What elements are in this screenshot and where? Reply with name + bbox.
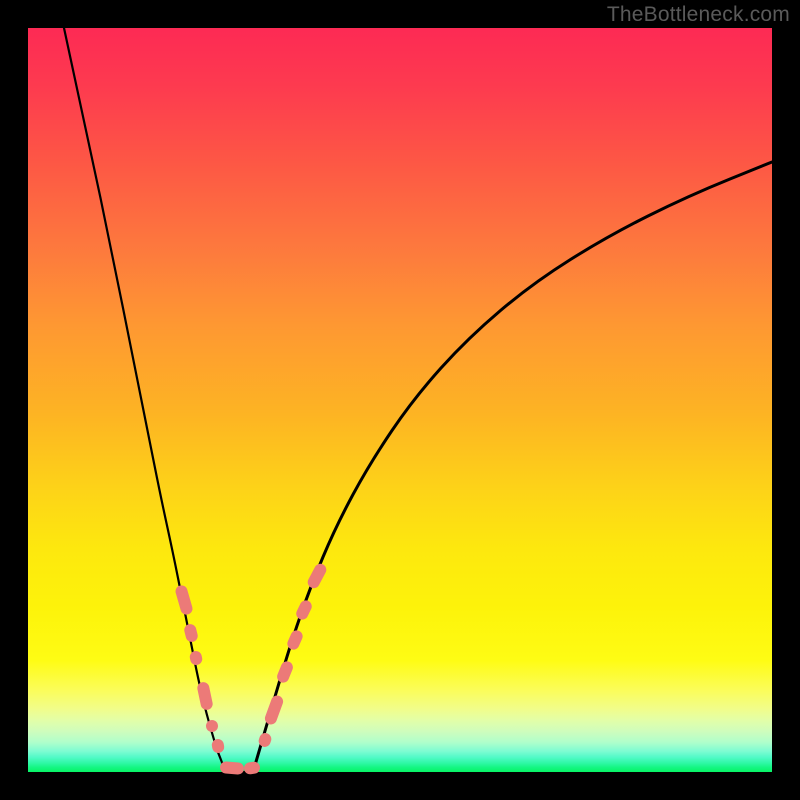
curve-marker [189,650,204,666]
right-curve [253,162,772,772]
curve-marker [196,681,214,711]
plot-area [28,28,772,772]
curve-marker [220,761,245,775]
curve-marker [205,719,219,733]
curve-marker [306,562,329,591]
curves-layer [28,28,772,772]
curve-marker [263,694,285,726]
chart-frame: TheBottleneck.com [0,0,800,800]
watermark-text: TheBottleneck.com [607,3,790,27]
curve-marker [211,738,225,754]
curve-marker [294,598,314,621]
curve-markers [174,562,328,775]
curve-marker [183,623,199,643]
curve-marker [174,584,194,616]
